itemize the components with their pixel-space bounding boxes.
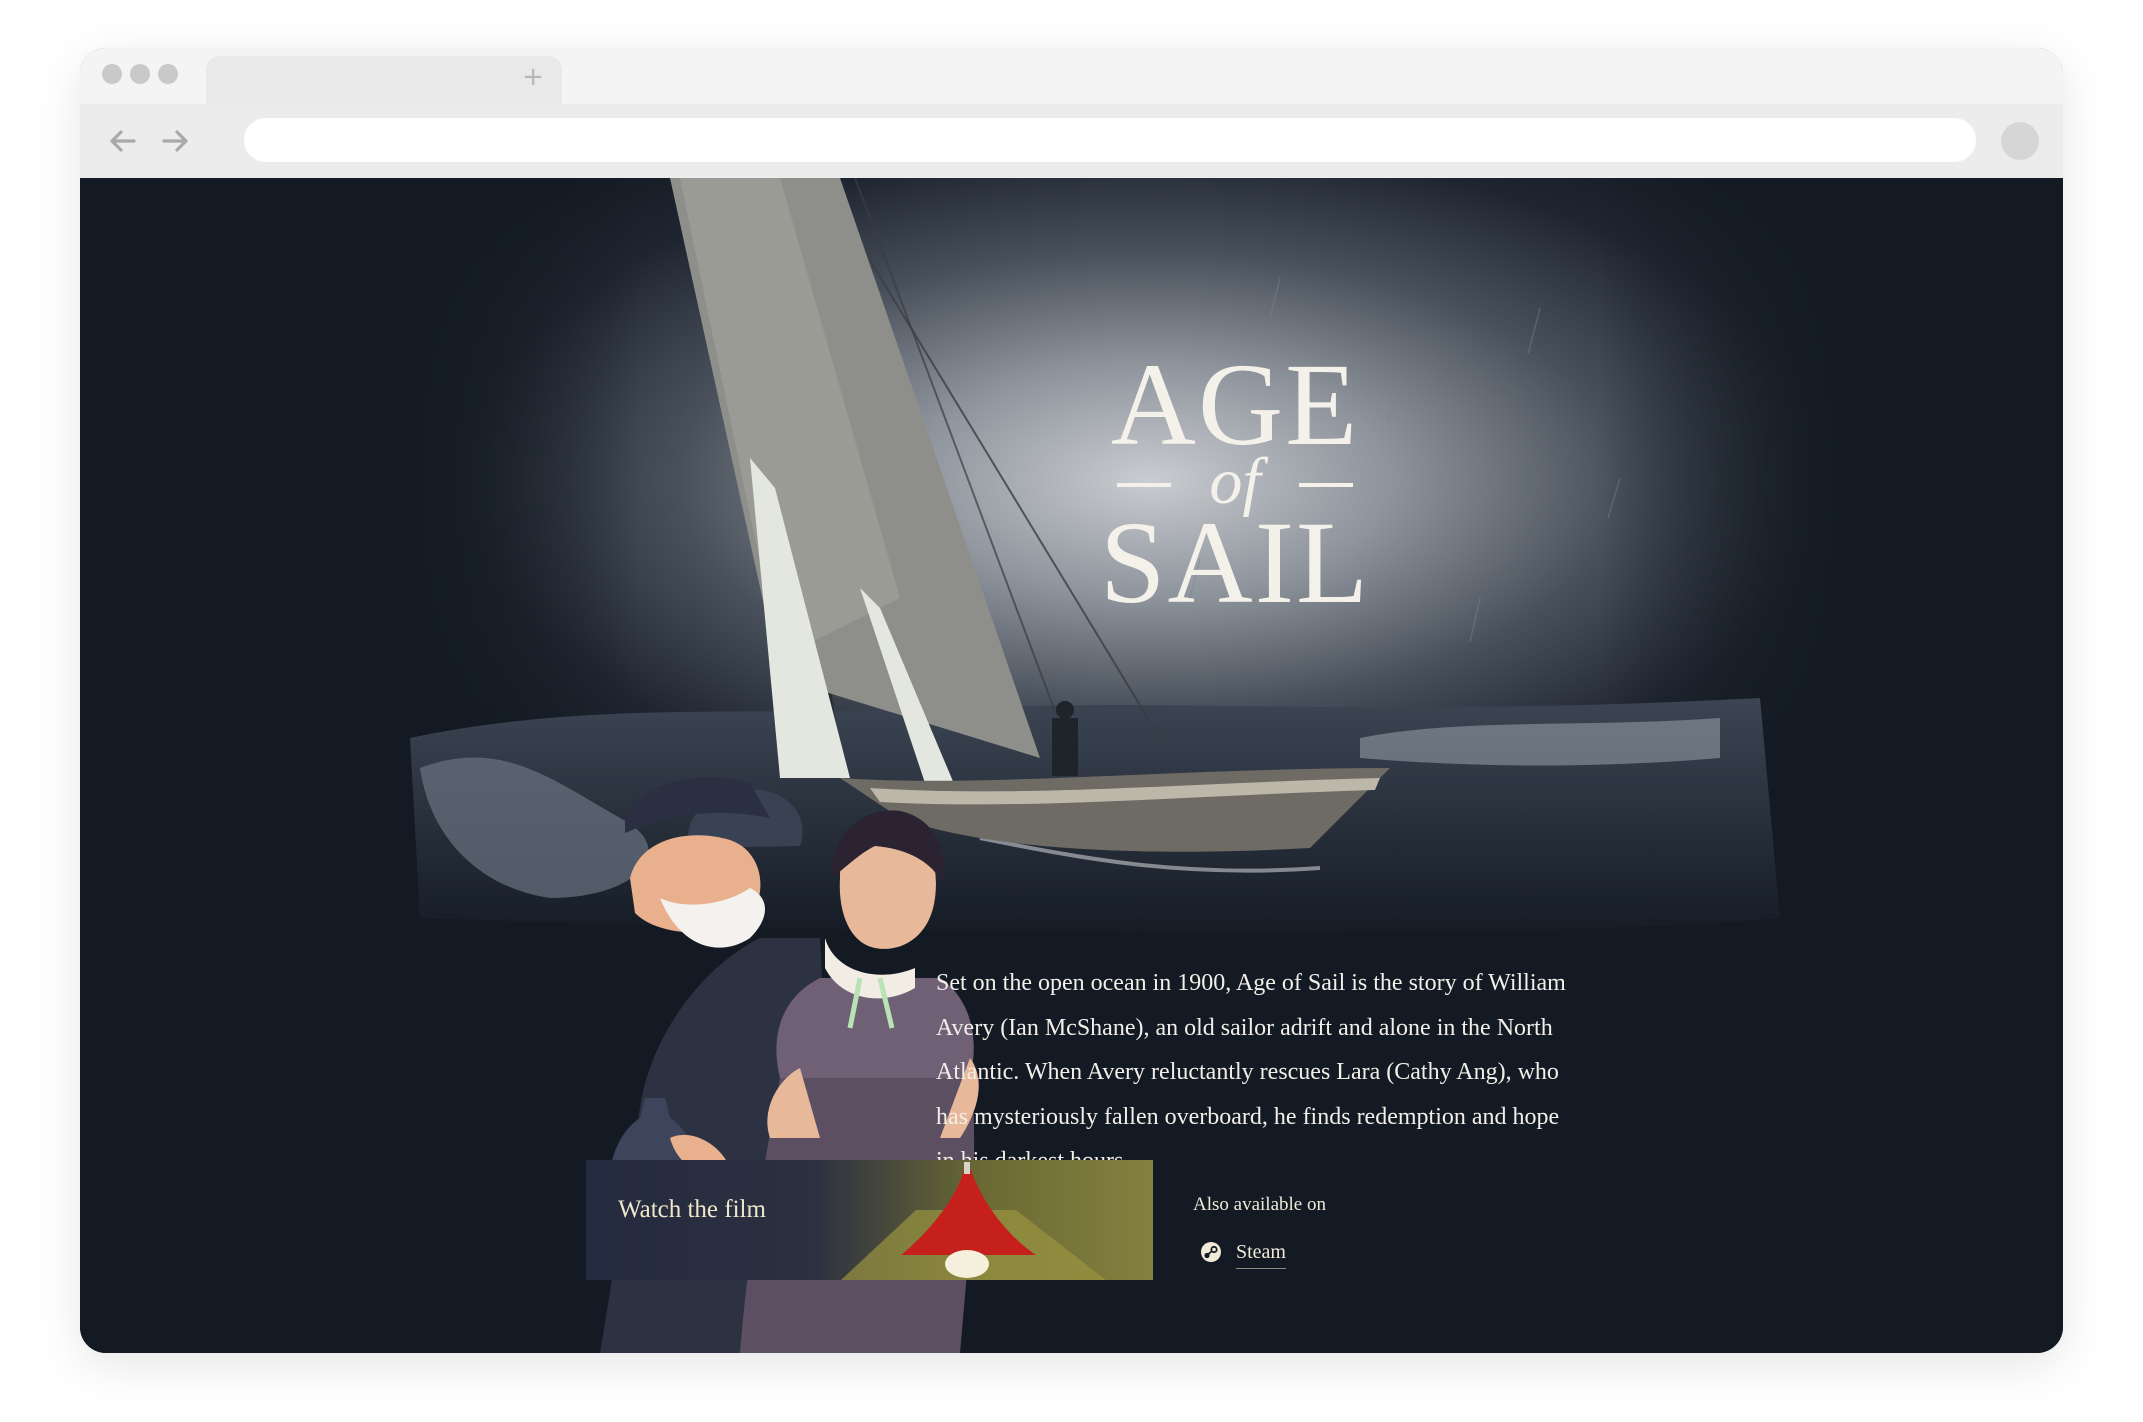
arrow-left-icon[interactable] <box>106 124 140 158</box>
window-maximize-dot[interactable] <box>158 64 178 84</box>
steam-link-label[interactable]: Steam <box>1236 1241 1286 1269</box>
address-bar[interactable] <box>244 118 1976 162</box>
arrow-right-icon[interactable] <box>158 124 192 158</box>
watch-film-label[interactable]: Watch the film <box>618 1196 766 1224</box>
browser-window: + AGE of SAIL Set on the open ocean in 1… <box>80 48 2063 1353</box>
tab-strip: + <box>80 48 2063 104</box>
profile-avatar[interactable] <box>2001 122 2039 160</box>
title-word-sail: SAIL <box>1099 497 1371 628</box>
steam-link[interactable]: Steam <box>1200 1234 1286 1270</box>
title-word-of: of <box>1095 449 1375 515</box>
plus-icon[interactable]: + <box>522 62 544 92</box>
browser-toolbar <box>80 104 2063 178</box>
browser-tab[interactable]: + <box>206 56 562 104</box>
page-viewport: AGE of SAIL Set on the open ocean in 190… <box>80 178 2063 1353</box>
watch-film-card[interactable]: Watch the film <box>586 1160 1153 1280</box>
browser-chrome: + <box>80 48 2063 178</box>
film-synopsis: Set on the open ocean in 1900, Age of Sa… <box>936 970 1566 1174</box>
title-word-age: AGE <box>1110 339 1360 470</box>
window-close-dot[interactable] <box>102 64 122 84</box>
steam-icon <box>1201 1242 1221 1262</box>
film-title-logo: AGE of SAIL <box>1095 339 1375 628</box>
also-available-label: Also available on <box>1193 1194 1326 1215</box>
window-minimize-dot[interactable] <box>130 64 150 84</box>
